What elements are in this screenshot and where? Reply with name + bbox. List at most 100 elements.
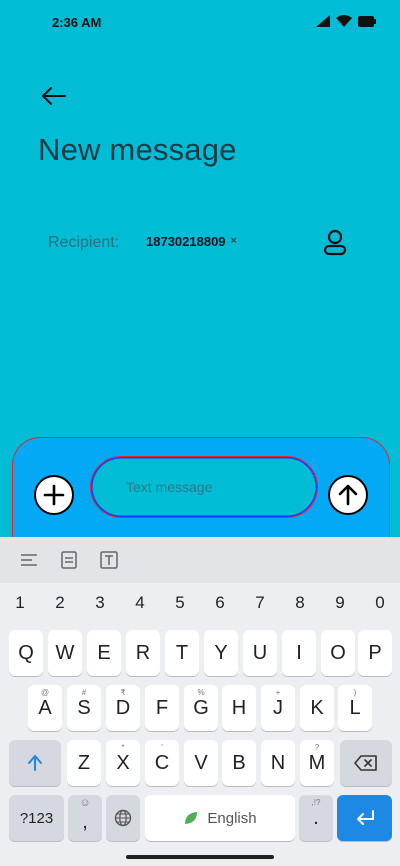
key-hint: # [81, 688, 87, 697]
status-time: 2:36 AM [52, 15, 102, 30]
key-hint: * [121, 743, 125, 752]
message-input[interactable] [90, 456, 318, 518]
key-i[interactable]: I [282, 630, 316, 676]
key-v[interactable]: V [184, 740, 218, 786]
key-label: M [308, 751, 326, 774]
chip-remove-icon[interactable]: × [231, 235, 237, 247]
key-4[interactable]: 4 [125, 593, 155, 613]
space-label: English [207, 809, 257, 827]
leaf-icon [185, 812, 198, 824]
home-indicator[interactable] [126, 855, 274, 859]
page-title: New message [38, 132, 237, 167]
key-label: S [77, 696, 91, 719]
globe-icon [114, 809, 132, 827]
key-hint: ₹ [120, 688, 126, 697]
symbols-key[interactable]: ?123 [9, 795, 64, 841]
contact-picker-button[interactable] [320, 228, 350, 258]
clipboard-icon[interactable] [58, 549, 80, 571]
send-button[interactable] [328, 475, 368, 515]
number-row: 1 2 3 4 5 6 7 8 9 0 [0, 589, 400, 621]
emoji-icon: ☺ [79, 797, 91, 809]
key-2[interactable]: 2 [45, 593, 75, 613]
key-w[interactable]: W [48, 630, 82, 676]
key-hint: ' [161, 743, 163, 752]
keyboard: 1 2 3 4 5 6 7 8 9 0 Q W E R T Y U I O P … [0, 537, 400, 866]
key-y[interactable]: Y [204, 630, 238, 676]
key-z[interactable]: Z [67, 740, 101, 786]
key-k[interactable]: K [300, 685, 334, 731]
key-label: C [154, 751, 170, 774]
backspace-key[interactable] [340, 740, 392, 786]
comma-key[interactable]: ☺ , [68, 795, 102, 841]
enter-icon [356, 810, 374, 825]
key-0[interactable]: 0 [365, 593, 395, 613]
key-label: N [270, 751, 286, 774]
key-hint: % [197, 688, 205, 697]
key-m[interactable]: ? M [300, 740, 334, 786]
space-key[interactable]: English [145, 795, 295, 841]
key-p[interactable]: P [358, 630, 392, 676]
key-e[interactable]: E [87, 630, 121, 676]
back-button[interactable] [38, 80, 70, 112]
keyboard-toolbar [0, 537, 400, 583]
key-f[interactable]: F [145, 685, 179, 731]
key-c[interactable]: ' C [145, 740, 179, 786]
recipient-chip[interactable]: 18730218809 × [140, 230, 243, 252]
status-icons [316, 14, 376, 32]
key-3[interactable]: 3 [85, 593, 115, 613]
key-h[interactable]: H [222, 685, 256, 731]
key-label: J [273, 696, 283, 719]
key-hint: ,!? [311, 798, 321, 807]
language-key[interactable] [106, 795, 140, 841]
key-label: K [310, 696, 324, 719]
period-key[interactable]: ,!? . [299, 795, 333, 841]
key-hint: + [275, 688, 281, 697]
status-bar: 2:36 AM [0, 0, 400, 44]
key-8[interactable]: 8 [285, 593, 315, 613]
keyboard-menu-icon[interactable] [18, 549, 40, 571]
key-label: D [115, 696, 131, 719]
key-s[interactable]: # S [67, 685, 101, 731]
key-label: X [116, 751, 130, 774]
key-5[interactable]: 5 [165, 593, 195, 613]
plus-icon [43, 484, 65, 506]
key-label: G [193, 696, 209, 719]
key-q[interactable]: Q [9, 630, 43, 676]
shift-key[interactable] [9, 740, 61, 786]
key-6[interactable]: 6 [205, 593, 235, 613]
recipient-label: Recipient: [48, 234, 120, 251]
key-n[interactable]: N [261, 740, 295, 786]
key-x[interactable]: * X [106, 740, 140, 786]
key-b[interactable]: B [222, 740, 256, 786]
recipient-row[interactable]: Recipient: 18730218809 × [48, 224, 348, 260]
key-g[interactable]: % G [184, 685, 218, 731]
key-hint: @ [40, 688, 50, 697]
key-u[interactable]: U [243, 630, 277, 676]
text-format-icon[interactable] [98, 549, 120, 571]
key-label: Z [77, 751, 91, 774]
person-icon [323, 229, 347, 256]
key-a[interactable]: @ A [28, 685, 62, 731]
key-label: , [82, 810, 88, 833]
add-attachment-button[interactable] [34, 475, 74, 515]
wifi-icon [336, 14, 352, 32]
shift-arrow-icon [28, 755, 42, 771]
key-hint: ) [353, 688, 357, 697]
key-t[interactable]: T [165, 630, 199, 676]
key-o[interactable]: O [321, 630, 355, 676]
key-j[interactable]: + J [261, 685, 295, 731]
key-r[interactable]: R [126, 630, 160, 676]
key-label: F [155, 696, 169, 719]
key-1[interactable]: 1 [5, 593, 35, 613]
battery-icon [358, 14, 376, 32]
key-l[interactable]: ) L [338, 685, 372, 731]
key-d[interactable]: ₹ D [106, 685, 140, 731]
key-label: L [349, 696, 361, 719]
key-label: B [232, 751, 246, 774]
key-label: A [38, 696, 52, 719]
key-label: V [194, 751, 208, 774]
enter-key[interactable] [337, 795, 392, 841]
key-label: . [313, 806, 319, 829]
key-9[interactable]: 9 [325, 593, 355, 613]
key-7[interactable]: 7 [245, 593, 275, 613]
